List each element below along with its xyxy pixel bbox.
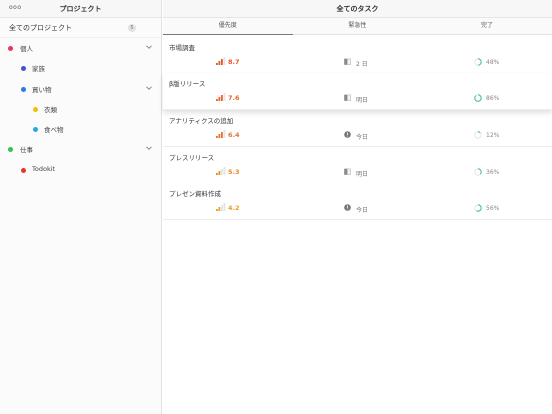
- main-panel: 全てのタスク 優先度 緊急性 完了 市場調査 8.7 2 日 48% β版リリー…: [163, 0, 552, 414]
- active-tab-indicator: [163, 34, 293, 35]
- task-name: プレスリリース: [169, 154, 215, 162]
- priority-value: 6.4: [228, 131, 240, 139]
- project-color-dot: [21, 66, 26, 72]
- project-label: 買い物: [32, 85, 52, 94]
- sidebar: ooo プロジェクト 全てのプロジェクト 5 個人家族買い物衣類食べ物仕事 Tod…: [0, 0, 162, 414]
- progress-ring-icon: [474, 94, 482, 102]
- tab-priority[interactable]: 優先度: [163, 18, 293, 35]
- calendar-icon: [344, 94, 351, 101]
- chevron-down-icon[interactable]: [146, 145, 152, 151]
- task-row[interactable]: 市場調査 8.7 2 日 48%: [163, 37, 552, 74]
- sidebar-project-item[interactable]: 衣類: [0, 99, 161, 119]
- project-color-dot: [21, 167, 26, 173]
- task-name: 市場調査: [169, 44, 195, 52]
- progress-ring-icon: [474, 131, 482, 139]
- sidebar-project-item[interactable]: 個人: [0, 38, 161, 58]
- tab-urgency[interactable]: 緊急性: [293, 18, 423, 35]
- sidebar-project-item[interactable]: 家族: [0, 58, 161, 78]
- project-color-dot: [21, 86, 26, 92]
- main-header: 全てのタスク: [163, 0, 552, 18]
- all-projects-label: 全てのプロジェクト: [9, 24, 72, 32]
- priority-value: 4.2: [228, 204, 240, 212]
- project-label: 個人: [20, 45, 33, 53]
- task-name: アナリティクスの追加: [169, 117, 234, 125]
- priority-value: 8.7: [228, 58, 240, 66]
- project-color-dot: [8, 46, 13, 51]
- task-name: β版リリース: [169, 80, 206, 88]
- chevron-down-icon[interactable]: [146, 44, 152, 50]
- priority-bars-icon: [216, 203, 226, 211]
- urgency-label: 明日: [356, 97, 369, 104]
- sidebar-project-item[interactable]: 食べ物: [0, 119, 161, 139]
- priority-bars-icon: [216, 130, 226, 138]
- project-label: 食べ物: [44, 126, 64, 135]
- calendar-icon: [344, 58, 351, 65]
- project-label: 仕事: [20, 146, 33, 155]
- sort-tabs: 優先度 緊急性 完了: [163, 18, 552, 35]
- completion-value: 86%: [486, 95, 500, 102]
- alert-icon: [344, 204, 351, 211]
- task-row[interactable]: プレゼン資料作成 4.2 今日 56%: [163, 183, 552, 220]
- page-title: 全てのタスク: [336, 5, 379, 13]
- completion-value: 12%: [486, 132, 500, 139]
- project-color-dot: [33, 127, 38, 133]
- sidebar-project-item[interactable]: 買い物: [0, 79, 161, 99]
- project-color-dot: [8, 147, 13, 153]
- urgency-label: 今日: [356, 207, 369, 214]
- priority-bars-icon: [216, 93, 226, 101]
- all-projects-item[interactable]: 全てのプロジェクト 5: [0, 18, 161, 38]
- priority-value: 7.6: [228, 94, 240, 102]
- completion-value: 56%: [486, 205, 500, 212]
- priority-bars-icon: [216, 57, 226, 65]
- progress-ring-icon: [474, 204, 482, 212]
- calendar-icon: [344, 168, 351, 175]
- progress-ring-icon: [474, 168, 482, 176]
- task-row[interactable]: アナリティクスの追加 6.4 今日 12%: [163, 110, 552, 147]
- sidebar-project-item[interactable]: Todokit: [0, 160, 161, 180]
- project-list: 個人家族買い物衣類食べ物仕事 Todokit: [0, 38, 161, 180]
- project-color-dot: [33, 106, 38, 112]
- project-label: 家族: [32, 65, 45, 74]
- urgency-label: 明日: [356, 171, 369, 178]
- completion-value: 36%: [486, 169, 500, 176]
- completion-value: 48%: [486, 59, 500, 66]
- task-name: プレゼン資料作成: [169, 190, 221, 198]
- urgency-label: 2 日: [356, 61, 368, 68]
- tab-completion[interactable]: 完了: [422, 18, 552, 35]
- sidebar-project-item[interactable]: 仕事: [0, 139, 161, 159]
- all-projects-count-badge: 5: [128, 24, 136, 32]
- alert-icon: [344, 131, 351, 138]
- task-row[interactable]: プレスリリース 5.3 明日 36%: [163, 147, 552, 184]
- sidebar-title: プロジェクト: [59, 5, 102, 13]
- task-row[interactable]: β版リリース 7.6 明日 86%: [163, 73, 552, 110]
- chevron-down-icon[interactable]: [146, 85, 152, 91]
- sidebar-header: ooo プロジェクト: [0, 0, 161, 18]
- project-label: Todokit: [32, 164, 56, 173]
- priority-bars-icon: [216, 167, 226, 175]
- progress-ring-icon: [474, 58, 482, 66]
- priority-value: 5.3: [228, 168, 240, 176]
- project-label: 衣類: [44, 105, 57, 114]
- urgency-label: 今日: [356, 134, 369, 141]
